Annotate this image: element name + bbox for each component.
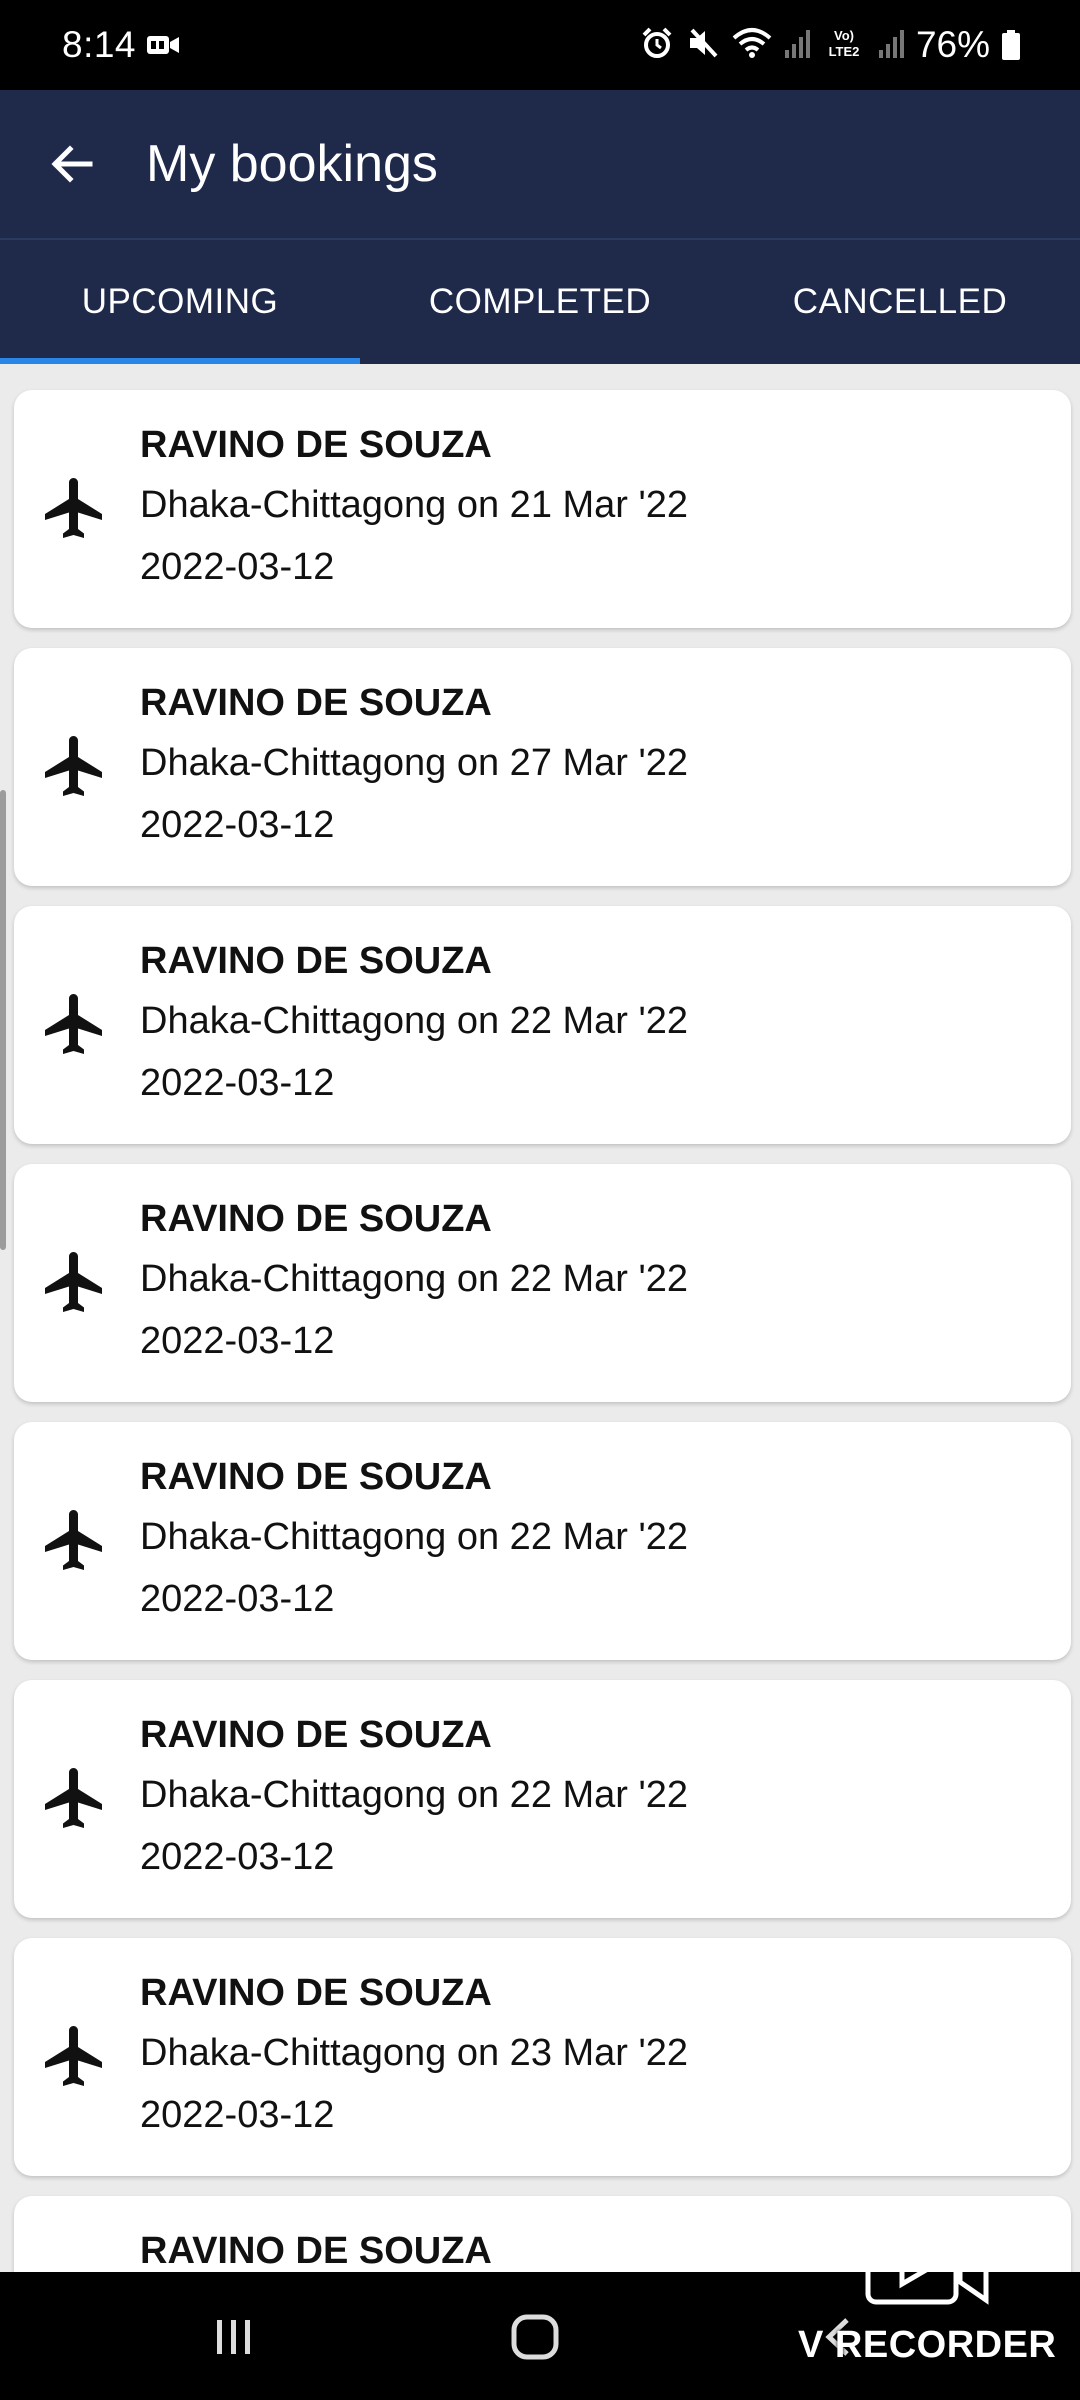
video-recorder-logo-icon [865, 2235, 989, 2305]
passenger-name: RAVINO DE SOUZA [140, 1714, 492, 1756]
route-text: Dhaka-Chittagong on 22 Mar '22 [140, 1774, 689, 1816]
route-text: Dhaka-Chittagong on 22 Mar '22 [140, 1516, 689, 1558]
arrow-left-icon [51, 145, 93, 183]
home-button[interactable] [496, 2302, 576, 2372]
status-time: 8:14 [62, 24, 137, 65]
back-button[interactable] [36, 128, 108, 200]
airplane-icon [39, 988, 111, 1060]
passenger-name: RAVINO DE SOUZA [140, 2230, 492, 2272]
alarm-icon [640, 26, 674, 65]
recent-apps-button[interactable] [194, 2302, 274, 2372]
page-title: My bookings [146, 135, 438, 193]
status-bar: 8:14 Vo) LTE2 76% [0, 0, 1080, 90]
booking-date: 2022-03-12 [140, 804, 335, 846]
route-text: Dhaka-Chittagong on 22 Mar '22 [140, 1000, 689, 1042]
home-icon [511, 2314, 559, 2360]
passenger-name: RAVINO DE SOUZA [140, 1198, 492, 1240]
watermark-text: V RECORDER [798, 2324, 1057, 2366]
recent-apps-icon [217, 2320, 250, 2354]
airplane-icon [39, 1246, 111, 1318]
lte-icon: Vo) LTE2 [822, 26, 866, 65]
tab-completed[interactable]: COMPLETED [360, 240, 720, 364]
route-text: Dhaka-Chittagong on 23 Mar '22 [140, 2032, 689, 2074]
app-bar: My bookings [0, 90, 1080, 238]
mute-icon [686, 26, 720, 65]
scroll-indicator[interactable] [0, 790, 6, 1250]
airplane-icon [39, 730, 111, 802]
recorder-watermark: V RECORDER [798, 2228, 1058, 2378]
svg-text:Vo): Vo) [834, 28, 854, 43]
tab-upcoming[interactable]: UPCOMING [0, 240, 360, 364]
booking-date: 2022-03-12 [140, 1062, 335, 1104]
passenger-name: RAVINO DE SOUZA [140, 940, 492, 982]
airplane-icon [39, 2020, 111, 2092]
booking-card[interactable]: RAVINO DE SOUZA Dhaka-Chittagong on 22 M… [14, 906, 1071, 1144]
airplane-icon [39, 472, 111, 544]
airplane-icon [39, 1762, 111, 1834]
signal-icon [784, 28, 810, 63]
route-text: Dhaka-Chittagong on 22 Mar '22 [140, 1258, 689, 1300]
tab-bar: UPCOMING COMPLETED CANCELLED [0, 238, 1080, 364]
booking-date: 2022-03-12 [140, 2094, 335, 2136]
booking-card[interactable]: RAVINO DE SOUZA Dhaka-Chittagong on 22 M… [14, 1164, 1071, 1402]
screen: 8:14 Vo) LTE2 76% My bookings UPCOMING C… [0, 0, 1080, 2400]
booking-date: 2022-03-12 [140, 1578, 335, 1620]
battery-icon [1002, 30, 1020, 60]
booking-card[interactable]: RAVINO DE SOUZA Dhaka-Chittagong on 22 M… [14, 1422, 1071, 1660]
passenger-name: RAVINO DE SOUZA [140, 682, 492, 724]
signal-icon [878, 28, 904, 63]
route-text: Dhaka-Chittagong on 21 Mar '22 [140, 484, 689, 526]
passenger-name: RAVINO DE SOUZA [140, 1972, 492, 2014]
bookings-list: RAVINO DE SOUZA Dhaka-Chittagong on 21 M… [14, 390, 1071, 2400]
booking-date: 2022-03-12 [140, 1836, 335, 1878]
booking-date: 2022-03-12 [140, 1320, 335, 1362]
booking-date: 2022-03-12 [140, 546, 335, 588]
video-recording-icon [146, 33, 180, 57]
route-text: Dhaka-Chittagong on 27 Mar '22 [140, 742, 689, 784]
status-icons: Vo) LTE2 76% [640, 24, 1020, 66]
booking-card[interactable]: RAVINO DE SOUZA Dhaka-Chittagong on 21 M… [14, 390, 1071, 628]
booking-card[interactable]: RAVINO DE SOUZA Dhaka-Chittagong on 23 M… [14, 1938, 1071, 2176]
passenger-name: RAVINO DE SOUZA [140, 424, 492, 466]
booking-card[interactable]: RAVINO DE SOUZA Dhaka-Chittagong on 22 M… [14, 1680, 1071, 1918]
battery-percentage: 76% [915, 24, 990, 65]
tab-cancelled[interactable]: CANCELLED [720, 240, 1080, 364]
airplane-icon [39, 1504, 111, 1576]
booking-card[interactable]: RAVINO DE SOUZA Dhaka-Chittagong on 27 M… [14, 648, 1071, 886]
wifi-icon [732, 26, 772, 65]
passenger-name: RAVINO DE SOUZA [140, 1456, 492, 1498]
svg-text:LTE2: LTE2 [829, 44, 860, 59]
